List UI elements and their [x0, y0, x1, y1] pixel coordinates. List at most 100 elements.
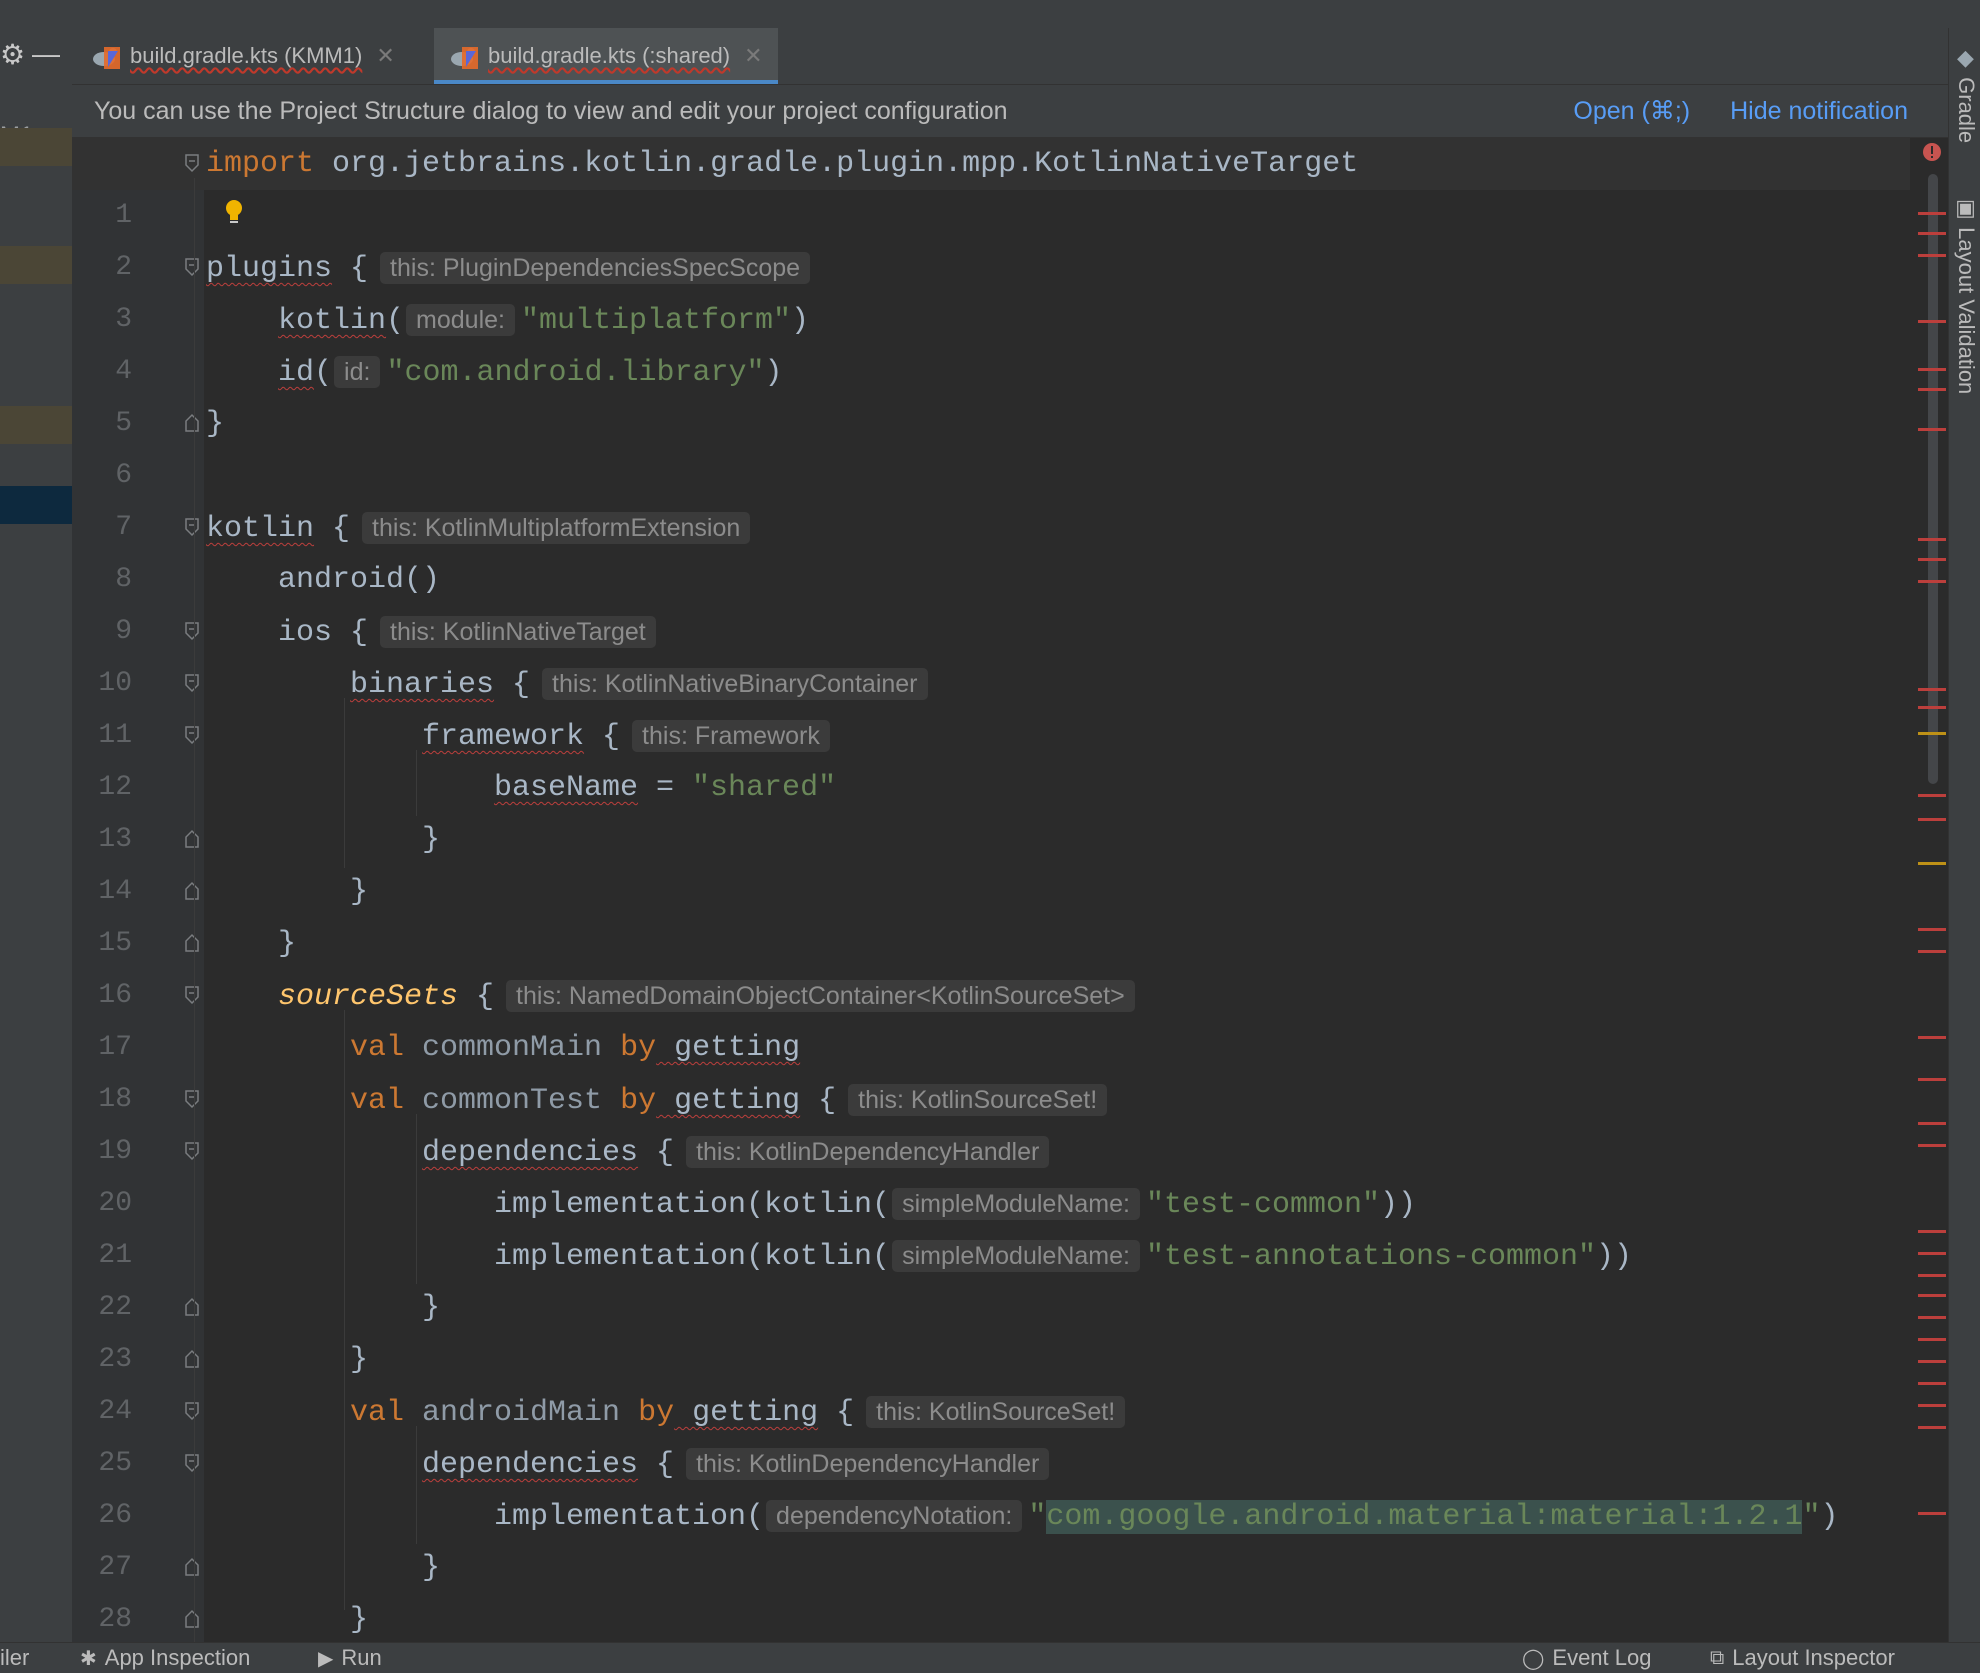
code-line[interactable]: 21 implementation(kotlin(simpleModuleNam…: [72, 1178, 1922, 1271]
fold-icon[interactable]: [184, 725, 200, 745]
error-mark[interactable]: [1918, 1274, 1946, 1277]
project-row-highlight[interactable]: [0, 246, 72, 284]
error-mark[interactable]: [1918, 1078, 1946, 1081]
error-mark[interactable]: [1918, 1338, 1946, 1341]
error-mark[interactable]: [1918, 558, 1946, 561]
hide-notification-link[interactable]: Hide notification: [1730, 97, 1908, 126]
project-panel[interactable]: M1: [0, 28, 73, 1642]
error-mark[interactable]: [1918, 212, 1946, 215]
code-line[interactable]: 13 baseName = "shared": [72, 762, 1922, 855]
settings-icon[interactable]: ⚙: [0, 38, 25, 71]
close-icon[interactable]: ✕: [376, 43, 394, 69]
fold-icon[interactable]: [184, 985, 200, 1005]
fold-end-icon[interactable]: [184, 881, 200, 901]
error-mark[interactable]: [1918, 580, 1946, 583]
code-line[interactable]: 10 ios {this: KotlinNativeTarget: [72, 606, 1922, 699]
fold-icon[interactable]: [184, 673, 200, 693]
code-line[interactable]: 22 implementation(kotlin(simpleModuleNam…: [72, 1230, 1922, 1323]
code-line[interactable]: 5 id(id: "com.android.library"): [72, 346, 1922, 439]
error-mark[interactable]: [1918, 254, 1946, 257]
code-line[interactable]: 19 val commonTest by getting {this: Kotl…: [72, 1074, 1922, 1167]
code-line[interactable]: 4 kotlin(module: "multiplatform"): [72, 294, 1922, 387]
error-mark[interactable]: [1918, 428, 1946, 431]
event-log-tool-button[interactable]: ◯ Event Log: [1522, 1645, 1651, 1671]
code-editor[interactable]: 1 import org.jetbrains.kotlin.gradle.plu…: [72, 138, 1922, 1642]
code-line[interactable]: 9 android(): [72, 554, 1922, 647]
error-indicator-icon[interactable]: [1922, 142, 1942, 162]
error-mark[interactable]: [1918, 1360, 1946, 1363]
layout-validation-tool-tab[interactable]: ▣ Layout Validation: [1953, 196, 1979, 394]
fold-end-icon[interactable]: [184, 1557, 200, 1577]
fold-icon[interactable]: [184, 517, 200, 537]
minimize-icon[interactable]: —: [32, 38, 60, 70]
code-line[interactable]: 28 }: [72, 1542, 1922, 1635]
fold-end-icon[interactable]: [184, 1609, 200, 1629]
open-project-structure-link[interactable]: Open (⌘;): [1573, 96, 1690, 126]
tab-build-gradle-shared[interactable]: build.gradle.kts (:shared) ✕: [434, 28, 778, 84]
code-line[interactable]: 17 sourceSets {this: NamedDomainObjectCo…: [72, 970, 1922, 1063]
code-line[interactable]: 7: [72, 450, 1922, 543]
fold-end-icon[interactable]: [184, 933, 200, 953]
code-line[interactable]: 3 plugins {this: PluginDependenciesSpecS…: [72, 242, 1922, 335]
error-mark[interactable]: [1918, 1230, 1946, 1233]
layout-inspector-tool-button[interactable]: ⧉ Layout Inspector: [1710, 1645, 1895, 1671]
close-icon[interactable]: ✕: [744, 43, 762, 69]
project-row-highlight[interactable]: [0, 406, 72, 444]
error-mark[interactable]: [1918, 1382, 1946, 1385]
code-line[interactable]: 16 }: [72, 918, 1922, 1011]
code-line[interactable]: 20 dependencies {this: KotlinDependencyH…: [72, 1126, 1922, 1219]
code-line[interactable]: 8 kotlin {this: KotlinMultiplatformExten…: [72, 502, 1922, 595]
code-line[interactable]: 24 }: [72, 1334, 1922, 1427]
error-mark[interactable]: [1918, 928, 1946, 931]
warning-mark[interactable]: [1918, 732, 1946, 735]
fold-icon[interactable]: [184, 153, 200, 173]
error-mark[interactable]: [1918, 1252, 1946, 1255]
fold-icon[interactable]: [184, 1401, 200, 1421]
error-mark[interactable]: [1918, 232, 1946, 235]
code-line[interactable]: 18 val commonMain by getting: [72, 1022, 1922, 1115]
code-line[interactable]: 25 val androidMain by getting {this: Kot…: [72, 1386, 1922, 1479]
error-mark[interactable]: [1918, 320, 1946, 323]
error-mark[interactable]: [1918, 538, 1946, 541]
code-line[interactable]: 29 }: [72, 1594, 1922, 1642]
code-line[interactable]: 27 implementation(dependencyNotation: "co…: [72, 1490, 1922, 1583]
fold-end-icon[interactable]: [184, 829, 200, 849]
error-mark[interactable]: [1918, 688, 1946, 691]
project-row-selected[interactable]: [0, 486, 72, 524]
error-mark[interactable]: [1918, 1294, 1946, 1297]
gradle-tool-tab[interactable]: ◆ Gradle: [1953, 46, 1979, 143]
fold-icon[interactable]: [184, 1089, 200, 1109]
error-mark[interactable]: [1918, 368, 1946, 371]
app-inspection-tool-button[interactable]: ✱ App Inspection: [80, 1645, 250, 1671]
fold-icon[interactable]: [184, 621, 200, 641]
fold-end-icon[interactable]: [184, 413, 200, 433]
code-line[interactable]: 1 import org.jetbrains.kotlin.gradle.plu…: [72, 138, 1922, 231]
code-line[interactable]: 12 framework {this: Framework: [72, 710, 1922, 803]
error-mark[interactable]: [1918, 1404, 1946, 1407]
code-line[interactable]: 15 }: [72, 866, 1922, 959]
code-line[interactable]: 23 }: [72, 1282, 1922, 1375]
error-mark[interactable]: [1918, 818, 1946, 821]
fold-end-icon[interactable]: [184, 1349, 200, 1369]
error-mark[interactable]: [1918, 1144, 1946, 1147]
code-line[interactable]: 14 }: [72, 814, 1922, 907]
fold-icon[interactable]: [184, 1453, 200, 1473]
run-tool-button[interactable]: ▶ Run: [318, 1645, 382, 1671]
tab-build-gradle-kmm1[interactable]: build.gradle.kts (KMM1) ✕: [90, 28, 430, 84]
error-stripe[interactable]: [1910, 138, 1948, 1642]
fold-end-icon[interactable]: [184, 1297, 200, 1317]
error-mark[interactable]: [1918, 706, 1946, 709]
project-row-highlight[interactable]: [0, 128, 72, 166]
error-mark[interactable]: [1918, 950, 1946, 953]
error-mark[interactable]: [1918, 1426, 1946, 1429]
fold-icon[interactable]: [184, 257, 200, 277]
code-line[interactable]: 26 dependencies {this: KotlinDependencyH…: [72, 1438, 1922, 1531]
error-mark[interactable]: [1918, 1316, 1946, 1319]
profiler-tool-button[interactable]: iler: [0, 1645, 29, 1671]
code-line[interactable]: 11 binaries {this: KotlinNativeBinaryCon…: [72, 658, 1922, 751]
error-mark[interactable]: [1918, 1036, 1946, 1039]
error-mark[interactable]: [1918, 1512, 1946, 1515]
error-mark[interactable]: [1918, 388, 1946, 391]
code-line[interactable]: 6 }: [72, 398, 1922, 491]
error-mark[interactable]: [1918, 794, 1946, 797]
